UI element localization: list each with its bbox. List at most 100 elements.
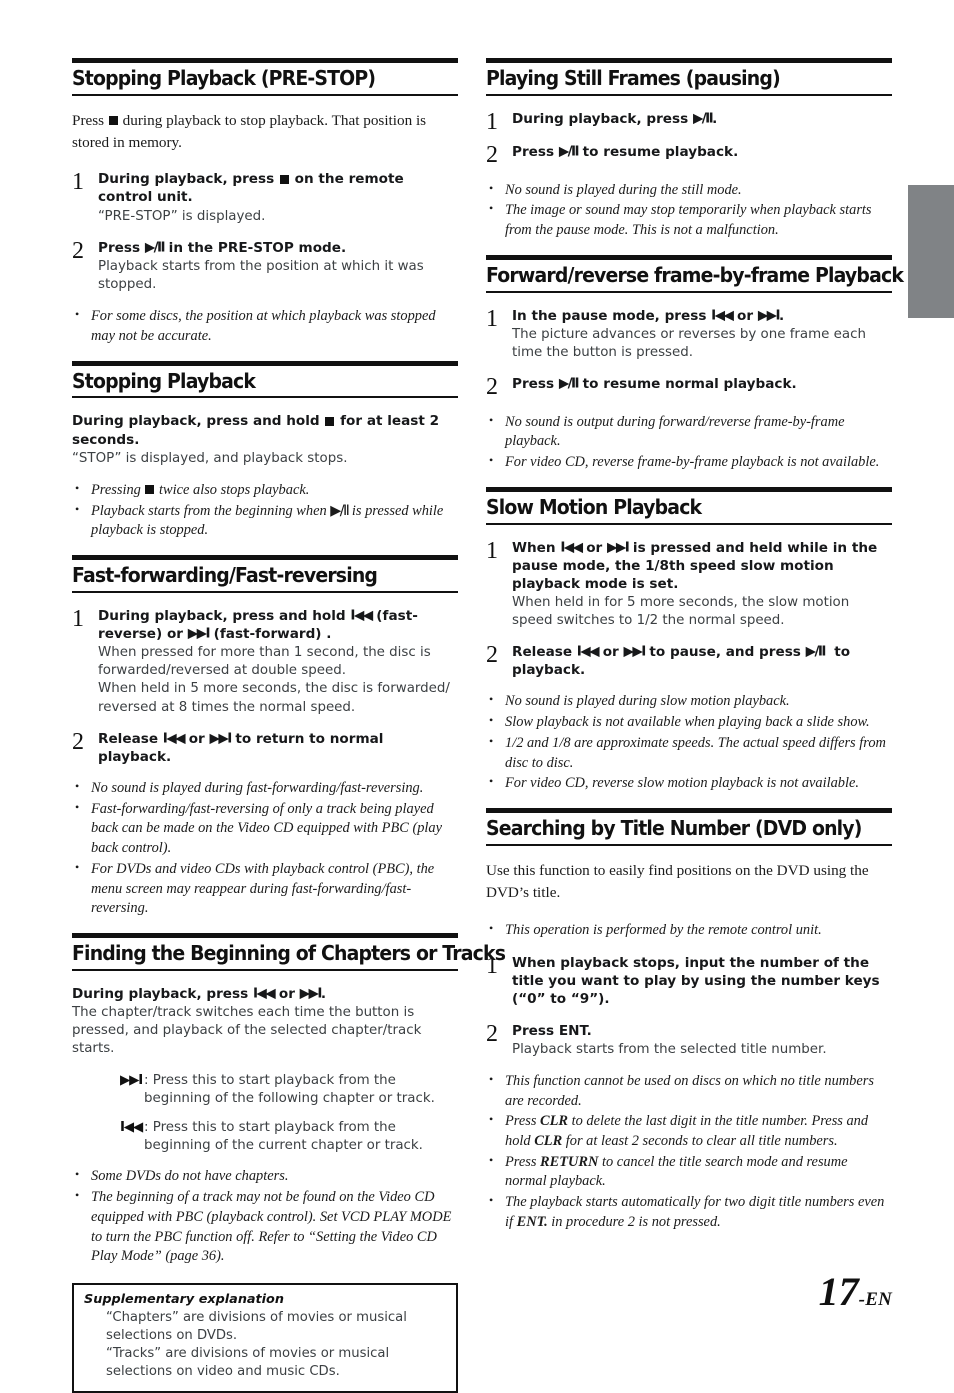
step-number: 2 bbox=[72, 728, 84, 755]
step-title: When playback stops, input the number of… bbox=[512, 955, 880, 1008]
step-title: When I◀◀ or ▶▶I is pressed and held whil… bbox=[512, 539, 878, 592]
note-item: The image or sound may stop temporarily … bbox=[486, 200, 892, 240]
section-title: Slow Motion Playback bbox=[486, 494, 702, 519]
instruction-sub: “STOP” is displayed, and playback stops. bbox=[72, 450, 348, 466]
note-item: Playback starts from the beginning when … bbox=[72, 501, 458, 541]
number-keys-label: number keys bbox=[780, 973, 880, 990]
note-item: Press RETURN to cancel the title search … bbox=[486, 1152, 892, 1192]
play-pause-icon: ▶/II bbox=[805, 643, 827, 660]
note-item: No sound is played during fast-forwardin… bbox=[72, 778, 458, 799]
step-description: Playback starts from the selected title … bbox=[512, 1041, 827, 1057]
instruction-lead: During playback, press I◀◀ or ▶▶I. bbox=[72, 985, 326, 1002]
section-title: Stopping Playback (PRE-STOP) bbox=[72, 66, 376, 90]
next-icon: ▶▶I bbox=[120, 1072, 143, 1088]
section-header: Searching by Title Number (DVD only) bbox=[486, 808, 892, 846]
note-item: For video CD, reverse slow motion playba… bbox=[486, 773, 892, 794]
note-item: This function cannot be used on discs on… bbox=[486, 1071, 892, 1111]
key-description-row: I◀◀ : Press this to start playback from … bbox=[120, 1119, 458, 1155]
page-columns: Stopping Playback (PRE-STOP) Press durin… bbox=[0, 0, 954, 1393]
key-description-row: ▶▶I : Press this to start playback from … bbox=[120, 1072, 458, 1108]
step-description: “PRE-STOP” is displayed. bbox=[98, 208, 266, 224]
next-icon: ▶▶I bbox=[623, 643, 646, 660]
step-number: 1 bbox=[486, 537, 498, 564]
step-item: 1 During playback, press and hold I◀◀ (f… bbox=[72, 607, 458, 717]
next-icon: ▶▶I bbox=[299, 985, 323, 1002]
step-title: Press ▶/II to resume normal playback. bbox=[512, 375, 797, 393]
section-title: Stopping Playback bbox=[72, 368, 256, 393]
step-number: 1 bbox=[72, 169, 84, 196]
previous-icon: I◀◀ bbox=[252, 985, 276, 1002]
play-pause-icon: ▶/II bbox=[558, 375, 580, 392]
step-body: When I◀◀ or ▶▶I is pressed and held whil… bbox=[512, 539, 892, 631]
note-item: Pressing twice also stops playback. bbox=[72, 480, 458, 501]
step-item: 2 Release I◀◀ or ▶▶I to pause, and press… bbox=[486, 643, 892, 679]
step-body: In the pause mode, press I◀◀ or ▶▶I. The… bbox=[512, 307, 892, 363]
step-body: Release I◀◀ or ▶▶I to pause, and press ▶… bbox=[512, 643, 892, 679]
left-column: Stopping Playback (PRE-STOP) Press durin… bbox=[0, 0, 506, 1393]
page-number: 17-EN bbox=[819, 1272, 892, 1312]
supplementary-title: Supplementary explanation bbox=[84, 1292, 284, 1308]
section-title: Playing Still Frames (pausing) bbox=[486, 66, 781, 90]
note-item: This operation is performed by the remot… bbox=[486, 920, 892, 941]
step-number: 1 bbox=[72, 605, 84, 632]
step-body: Press ENT. Playback starts from the sele… bbox=[512, 1022, 892, 1059]
step-number: 2 bbox=[486, 1020, 498, 1047]
step-body: During playback, press and hold I◀◀ (fas… bbox=[98, 607, 458, 717]
note-item: Some DVDs do not have chapters. bbox=[72, 1166, 458, 1187]
stop-icon bbox=[145, 485, 155, 495]
notes-list: No sound is played during fast-forwardin… bbox=[72, 778, 458, 919]
stop-icon bbox=[108, 116, 118, 126]
step-number: 2 bbox=[72, 237, 84, 264]
step-item: 1 During playback, press ▶/II. bbox=[486, 110, 892, 135]
step-item: 1 In the pause mode, press I◀◀ or ▶▶I. T… bbox=[486, 307, 892, 363]
notes-list: No sound is output during forward/revers… bbox=[486, 412, 892, 473]
key-description-list: ▶▶I : Press this to start playback from … bbox=[72, 1072, 458, 1156]
step-title: During playback, press on the remote con… bbox=[98, 171, 404, 206]
step-body: Press ▶/II in the PRE-STOP mode. Playbac… bbox=[98, 239, 458, 295]
section-title: Finding the Beginning of Chapters or Tra… bbox=[72, 941, 506, 966]
step-title: During playback, press and hold I◀◀ (fas… bbox=[98, 607, 418, 642]
note-item: No sound is played during the still mode… bbox=[486, 180, 892, 201]
step-title: During playback, press ▶/II. bbox=[512, 110, 718, 127]
section-playing-still-frames-pausing: Playing Still Frames (pausing) 1 During … bbox=[486, 58, 892, 241]
key-description-text: : Press this to start playback from the … bbox=[143, 1072, 435, 1106]
notes-list: Pressing twice also stops playback. Play… bbox=[72, 480, 458, 541]
next-icon: ▶▶I bbox=[757, 307, 781, 324]
step-item: 1 When I◀◀ or ▶▶I is pressed and held wh… bbox=[486, 539, 892, 631]
step-description: The picture advances or reverses by one … bbox=[512, 326, 866, 360]
notes-list: No sound is played during slow motion pl… bbox=[486, 691, 892, 794]
next-icon: ▶▶I bbox=[209, 730, 232, 747]
step-item: 1 When playback stops, input the number … bbox=[486, 954, 892, 1008]
previous-icon: I◀◀ bbox=[350, 607, 373, 624]
section-header: Stopping Playback bbox=[72, 360, 458, 399]
page-number-value: 17 bbox=[818, 1269, 859, 1314]
next-icon: ▶▶I bbox=[187, 625, 211, 642]
step-body: During playback, press on the remote con… bbox=[98, 170, 458, 225]
previous-icon: I◀◀ bbox=[711, 307, 734, 324]
section-header: Playing Still Frames (pausing) bbox=[486, 58, 892, 96]
section-header: Finding the Beginning of Chapters or Tra… bbox=[72, 933, 506, 971]
note-item: 1/2 and 1/8 are approximate speeds. The … bbox=[486, 733, 892, 773]
section-header: Forward/reverse frame-by-frame Playback bbox=[486, 254, 904, 293]
notes-list: This function cannot be used on discs on… bbox=[486, 1071, 892, 1233]
section-fast-forwarding-fast-reversing: Fast-forwarding/Fast-reversing 1 During … bbox=[72, 555, 458, 919]
note-item: The beginning of a track may not be foun… bbox=[72, 1187, 458, 1267]
step-title: Release I◀◀ or ▶▶I to pause, and press ▶… bbox=[512, 643, 851, 679]
note-item: Slow playback is not available when play… bbox=[486, 712, 892, 733]
ent-key-label: ENT. bbox=[516, 1213, 548, 1230]
step-title: In the pause mode, press I◀◀ or ▶▶I. bbox=[512, 307, 785, 324]
next-icon: ▶▶I bbox=[607, 539, 630, 556]
note-item: The playback starts automatically for tw… bbox=[486, 1192, 892, 1232]
step-item: 2 Press ENT. Playback starts from the se… bbox=[486, 1022, 892, 1059]
step-body: Press ▶/II to resume playback. bbox=[512, 143, 892, 161]
section-title: Fast-forwarding/Fast-reversing bbox=[72, 563, 378, 588]
step-item: 2 Press ▶/II to resume normal playback. bbox=[486, 375, 892, 400]
step-item: 2 Press ▶/II to resume playback. bbox=[486, 143, 892, 168]
section-slow-motion-playback: Slow Motion Playback 1 When I◀◀ or ▶▶I i… bbox=[486, 486, 892, 794]
supplementary-explanation-box: Supplementary explanation “Chapters” are… bbox=[72, 1283, 458, 1393]
stop-icon bbox=[279, 174, 289, 184]
right-column: Playing Still Frames (pausing) 1 During … bbox=[478, 0, 954, 1393]
section-intro: Press during playback to stop playback. … bbox=[72, 111, 427, 152]
manual-page: Stopping Playback (PRE-STOP) Press durin… bbox=[0, 0, 954, 1393]
step-title: Press ▶/II in the PRE-STOP mode. bbox=[98, 239, 347, 256]
